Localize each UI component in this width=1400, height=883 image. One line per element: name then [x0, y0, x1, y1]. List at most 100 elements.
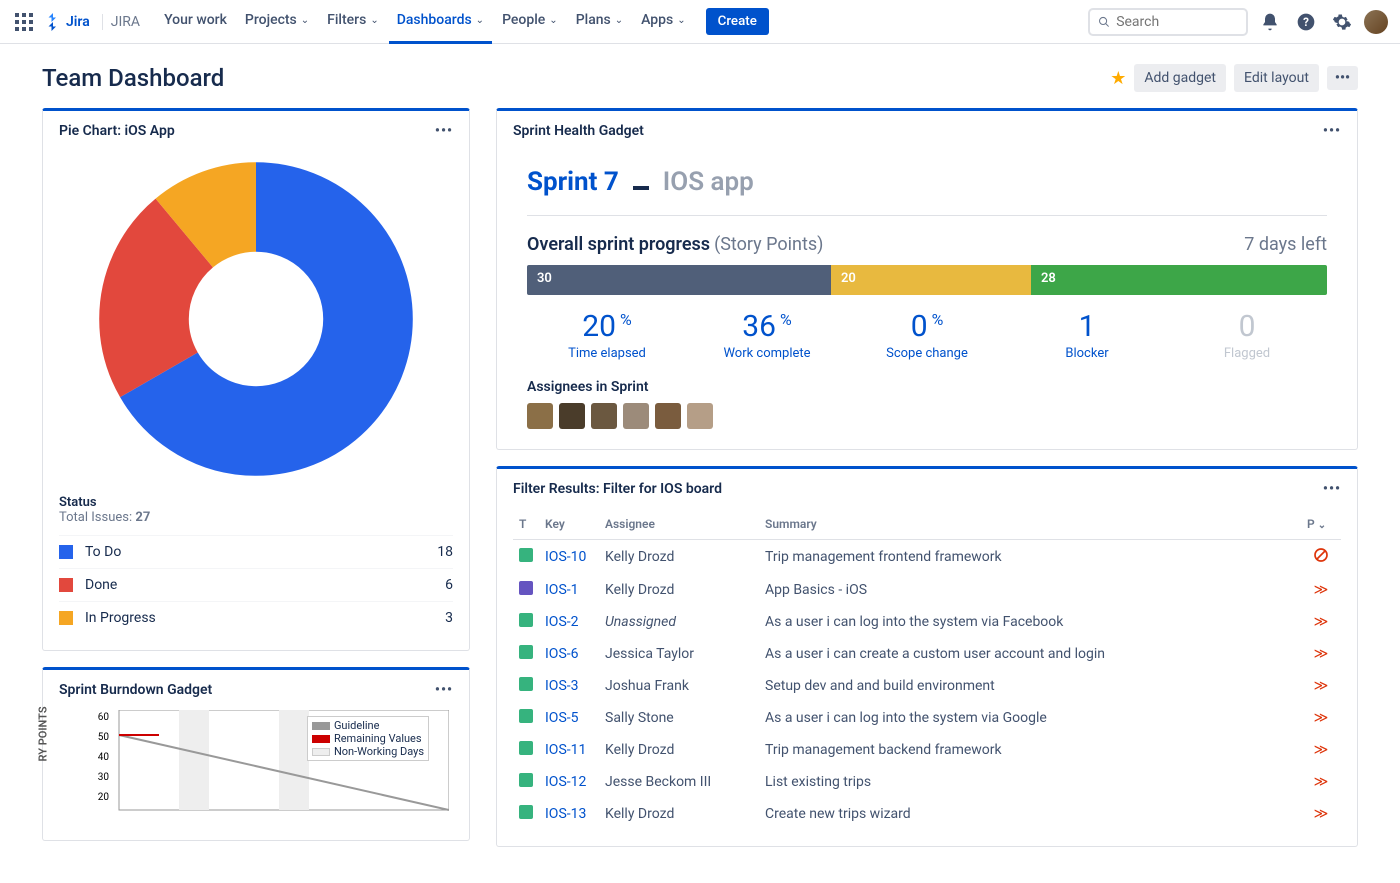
project-name[interactable]: JIRA	[102, 14, 148, 30]
svg-text:20: 20	[98, 792, 110, 803]
table-row[interactable]: IOS-12 Jesse Beckom III List existing tr…	[513, 766, 1341, 798]
assignee-cell: Kelly Drozd	[599, 574, 759, 606]
pie-chart	[96, 159, 416, 479]
legend-count: 3	[445, 610, 453, 626]
summary-cell: Create new trips wizard	[759, 798, 1301, 830]
notifications-icon[interactable]	[1256, 8, 1284, 36]
table-row[interactable]: IOS-2 Unassigned As a user i can log int…	[513, 606, 1341, 638]
legend-row[interactable]: Done6	[59, 568, 453, 601]
svg-text:40: 40	[98, 752, 110, 763]
metric[interactable]: 0 %Scope change	[847, 309, 1007, 361]
col-type[interactable]: T	[513, 509, 539, 540]
table-row[interactable]: IOS-6 Jessica Taylor As a user i can cre…	[513, 638, 1341, 670]
issue-key[interactable]: IOS-1	[545, 582, 579, 598]
legend-label: In Progress	[85, 610, 156, 626]
chevron-down-icon: ⌄	[549, 15, 557, 26]
separator-icon	[633, 186, 649, 190]
create-button[interactable]: Create	[706, 8, 769, 35]
add-gadget-button[interactable]: Add gadget	[1134, 64, 1226, 92]
user-avatar[interactable]	[1364, 10, 1388, 34]
gadget-more-icon[interactable]: •••	[1323, 481, 1341, 497]
issue-key[interactable]: IOS-11	[545, 742, 586, 758]
assignee-avatar[interactable]	[527, 403, 553, 429]
metric[interactable]: 1Blocker	[1007, 309, 1167, 361]
nav-item-people[interactable]: People⌄	[494, 0, 566, 44]
table-row[interactable]: IOS-10 Kelly Drozd Trip management front…	[513, 540, 1341, 575]
issue-key[interactable]: IOS-13	[545, 806, 586, 822]
gadget-more-icon[interactable]: •••	[435, 682, 453, 698]
issue-key[interactable]: IOS-3	[545, 678, 579, 694]
chevron-down-icon: ⌄	[476, 15, 484, 26]
burndown-legend: Guideline Remaining Values Non-Working D…	[307, 716, 429, 761]
nav-items: Your workProjects⌄Filters⌄Dashboards⌄Peo…	[156, 0, 694, 44]
nav-item-dashboards[interactable]: Dashboards⌄	[389, 0, 492, 44]
search-box[interactable]	[1088, 8, 1248, 36]
svg-text:30: 30	[98, 772, 110, 783]
issue-key[interactable]: IOS-12	[545, 774, 586, 790]
progress-bar: 302028	[527, 265, 1327, 295]
filter-table: T Key Assignee Summary P ⌄ IOS-10 Kelly …	[513, 509, 1341, 830]
assignee-cell: Sally Stone	[599, 702, 759, 734]
col-assignee[interactable]: Assignee	[599, 509, 759, 540]
assignee-cell: Unassigned	[599, 606, 759, 638]
summary-cell: List existing trips	[759, 766, 1301, 798]
epic-icon	[519, 581, 533, 595]
summary-cell: As a user i can create a custom user acc…	[759, 638, 1301, 670]
search-input[interactable]	[1116, 14, 1238, 30]
settings-icon[interactable]	[1328, 8, 1356, 36]
chevron-down-icon: ⌄	[615, 15, 623, 26]
search-icon	[1098, 15, 1110, 29]
col-summary[interactable]: Summary	[759, 509, 1301, 540]
assignee-avatar[interactable]	[559, 403, 585, 429]
summary-cell: App Basics - iOS	[759, 574, 1301, 606]
issue-key[interactable]: IOS-10	[545, 549, 586, 565]
jira-logo[interactable]: Jira	[44, 13, 90, 31]
sprint-metrics: 20 %Time elapsed36 %Work complete0 %Scop…	[527, 309, 1327, 361]
priority-cell: ≫	[1301, 798, 1341, 830]
issue-key[interactable]: IOS-6	[545, 646, 579, 662]
nav-item-projects[interactable]: Projects⌄	[237, 0, 317, 44]
legend-row[interactable]: In Progress 3	[59, 601, 453, 634]
more-actions-icon[interactable]: •••	[1327, 66, 1358, 90]
priority-cell: ≫	[1301, 638, 1341, 670]
gadget-more-icon[interactable]: •••	[435, 123, 453, 139]
nav-item-filters[interactable]: Filters⌄	[319, 0, 387, 44]
table-row[interactable]: IOS-11 Kelly Drozd Trip management backe…	[513, 734, 1341, 766]
assignee-avatar[interactable]	[623, 403, 649, 429]
svg-text:60: 60	[98, 712, 110, 723]
pie-chart-gadget: Pie Chart: iOS App ••• Status Total Issu…	[42, 108, 470, 651]
progress-title: Overall sprint progress	[527, 234, 710, 255]
nav-item-your-work[interactable]: Your work	[156, 0, 235, 44]
issue-key[interactable]: IOS-2	[545, 614, 579, 630]
issue-key[interactable]: IOS-5	[545, 710, 579, 726]
assignee-avatars	[527, 403, 1327, 429]
gadget-more-icon[interactable]: •••	[1323, 123, 1341, 139]
metric[interactable]: 0Flagged	[1167, 309, 1327, 361]
table-row[interactable]: IOS-13 Kelly Drozd Create new trips wiza…	[513, 798, 1341, 830]
legend-row[interactable]: To Do18	[59, 535, 453, 568]
summary-cell: Trip management backend framework	[759, 734, 1301, 766]
sprint-name[interactable]: Sprint 7	[527, 167, 619, 197]
progress-segment: 28	[1031, 265, 1327, 295]
nav-item-plans[interactable]: Plans⌄	[568, 0, 631, 44]
edit-layout-button[interactable]: Edit layout	[1234, 64, 1319, 92]
col-key[interactable]: Key	[539, 509, 599, 540]
app-switcher-icon[interactable]	[12, 10, 36, 34]
table-row[interactable]: IOS-5 Sally Stone As a user i can log in…	[513, 702, 1341, 734]
chevron-down-icon: ⌄	[677, 15, 685, 26]
star-icon[interactable]: ★	[1110, 68, 1126, 89]
assignee-avatar[interactable]	[591, 403, 617, 429]
legend-swatch	[59, 611, 73, 625]
metric[interactable]: 20 %Time elapsed	[527, 309, 687, 361]
col-priority[interactable]: P ⌄	[1301, 509, 1341, 540]
sprint-health-gadget: Sprint Health Gadget ••• Sprint 7 IOS ap…	[496, 108, 1358, 450]
table-row[interactable]: IOS-3 Joshua Frank Setup dev and and bui…	[513, 670, 1341, 702]
help-icon[interactable]: ?	[1292, 8, 1320, 36]
chevron-down-icon: ⌄	[301, 15, 309, 26]
table-row[interactable]: IOS-1 Kelly Drozd App Basics - iOS ≫	[513, 574, 1341, 606]
metric[interactable]: 36 %Work complete	[687, 309, 847, 361]
nav-item-apps[interactable]: Apps⌄	[633, 0, 694, 44]
assignee-avatar[interactable]	[687, 403, 713, 429]
assignee-avatar[interactable]	[655, 403, 681, 429]
summary-cell: Trip management frontend framework	[759, 540, 1301, 575]
